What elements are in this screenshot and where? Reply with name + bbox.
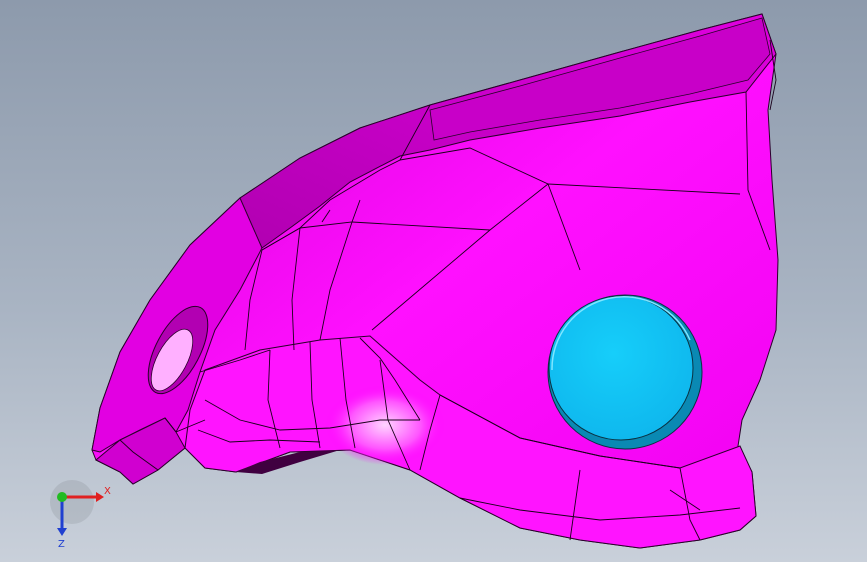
axis-triad: X Z — [50, 480, 111, 550]
z-axis-label: Z — [58, 539, 65, 550]
cad-viewport[interactable]: X Z — [0, 0, 867, 562]
triad-shadow-icon — [50, 480, 94, 524]
part-model[interactable] — [0, 0, 867, 562]
boss-face[interactable] — [548, 295, 694, 441]
x-axis-arrow-icon — [96, 492, 104, 502]
x-axis-label: X — [104, 486, 111, 497]
y-axis-dot-icon — [57, 492, 67, 502]
z-axis-arrow-icon — [57, 528, 67, 536]
